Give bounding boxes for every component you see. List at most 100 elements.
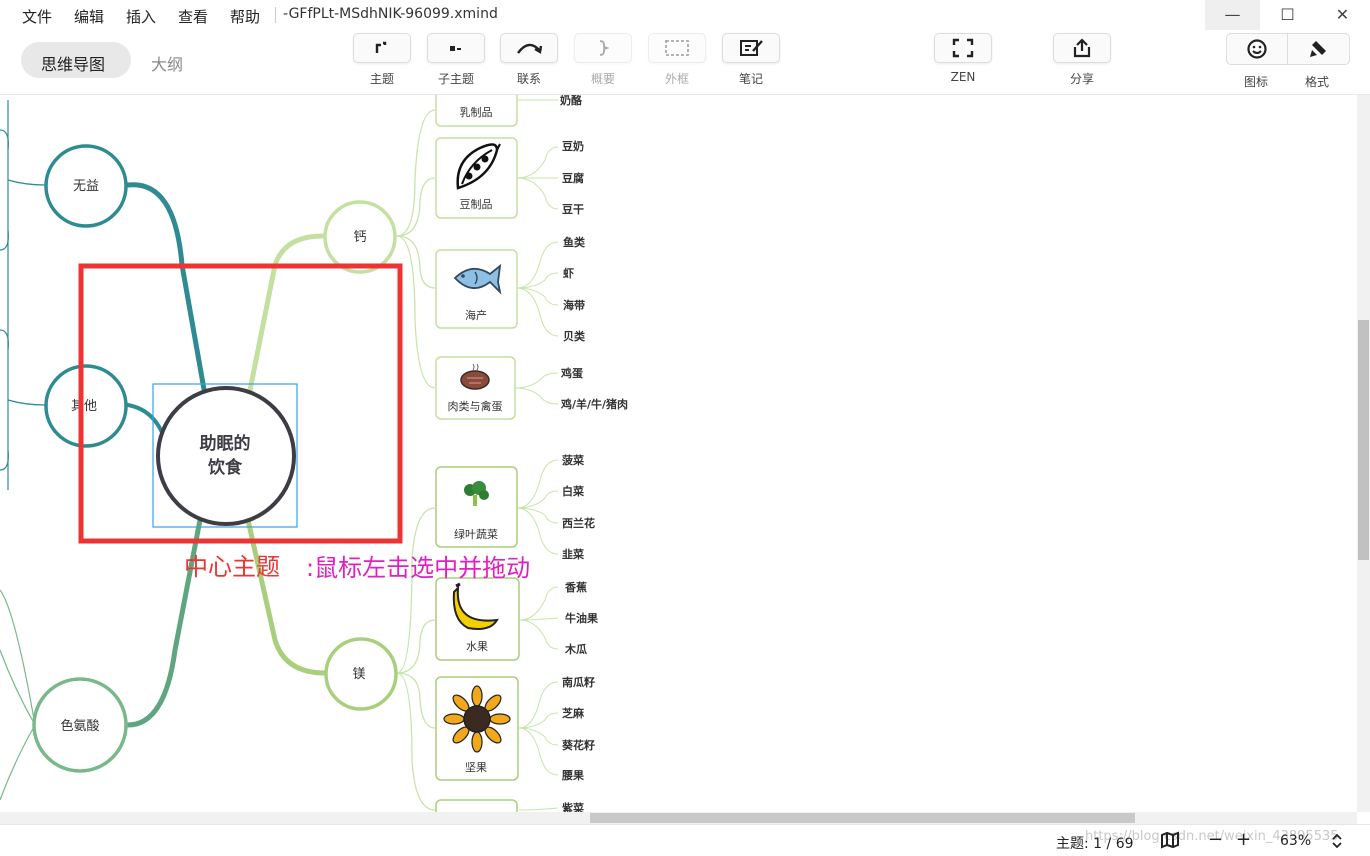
subtopic-icon (450, 46, 461, 51)
sub-branches (396, 109, 436, 811)
menu-help[interactable]: 帮助 (230, 6, 260, 27)
node-greens[interactable]: 绿叶蔬菜 (435, 466, 518, 548)
leaf-shrimp[interactable]: 虾 (563, 266, 574, 280)
note-label: 笔记 (738, 72, 763, 86)
share-icon (1073, 38, 1091, 58)
central-topic-line1: 助眠的 (200, 433, 251, 454)
leaf-seaweed[interactable]: 紫菜 (562, 801, 585, 812)
menu-divider (275, 7, 276, 23)
zoom-in-button[interactable]: + (1236, 829, 1251, 850)
leaf-cabbage[interactable]: 白菜 (562, 484, 585, 498)
zen-label: ZEN (950, 70, 976, 84)
map-icon[interactable] (1160, 831, 1180, 853)
share-button[interactable]: 分享 (1053, 33, 1111, 87)
leaf-spinach[interactable]: 菠菜 (562, 453, 585, 467)
relationship-icon (517, 43, 543, 54)
share-label: 分享 (1069, 72, 1094, 86)
status-bar: https://blog.csdn.net/weixin_43895535 主题… (0, 824, 1370, 856)
tab-outline[interactable]: 大纲 (151, 51, 183, 75)
topic-calcium[interactable]: 钙 (323, 200, 397, 274)
node-soy-label: 豆制品 (460, 198, 493, 211)
leaf-meats[interactable]: 鸡/羊/牛/猪肉 (560, 397, 628, 411)
summary-label: 概要 (590, 72, 615, 86)
leaf-broccoli[interactable]: 西兰花 (562, 516, 595, 530)
node-meat[interactable]: 肉类与禽蛋 (435, 356, 516, 420)
relationship-button[interactable]: 联系 (500, 33, 558, 87)
icons-panel-button[interactable] (1227, 34, 1287, 64)
node-dairy[interactable]: 乳制品 (435, 95, 518, 127)
boundary-icon (665, 40, 689, 56)
paint-brush-icon (1310, 41, 1326, 57)
topic-other-label: 其他 (71, 399, 97, 414)
leaf-tofu[interactable]: 豆腐 (562, 171, 584, 185)
topic-button[interactable]: 主题 (353, 33, 411, 87)
maximize-button[interactable]: ☐ (1260, 0, 1315, 30)
topic-tryptophan-label: 色氨酸 (60, 718, 99, 734)
leaf-dried-tofu[interactable]: 豆干 (562, 203, 584, 216)
node-partial[interactable] (435, 799, 518, 812)
document-title: -GFfPLt-MSdhNIK-96099.xmind (283, 6, 498, 22)
leaf-leek[interactable]: 韭菜 (562, 547, 585, 561)
relationship-label: 联系 (516, 72, 541, 86)
offscreen-left-branches (0, 100, 46, 801)
leaf-kelp[interactable]: 海带 (563, 298, 585, 312)
leaf-sunflower-seed[interactable]: 葵花籽 (561, 738, 595, 752)
menu-insert[interactable]: 插入 (126, 6, 156, 27)
leaf-egg[interactable]: 鸡蛋 (560, 366, 584, 380)
topic-magnesium[interactable]: 镁 (324, 637, 398, 711)
format-label: 格式 (1305, 75, 1330, 89)
zoom-level[interactable]: 63% (1280, 833, 1311, 849)
node-fruit-label: 水果 (466, 640, 488, 653)
topic-other[interactable]: 其他 (44, 364, 128, 448)
leaf-soy-milk[interactable]: 豆奶 (562, 139, 584, 153)
horizontal-scrollbar[interactable] (0, 812, 1357, 824)
leaf-papaya[interactable]: 木瓜 (564, 642, 587, 656)
zen-button[interactable]: ZEN (934, 33, 992, 84)
summary-button[interactable]: 概要 (574, 33, 632, 87)
tab-mindmap[interactable]: 思维导图 (41, 51, 105, 75)
minimize-button[interactable]: — (1205, 0, 1260, 30)
summary-icon (599, 40, 609, 56)
menu-bar: 文件 编辑 插入 查看 帮助 -GFfPLt-MSdhNIK-96099.xmi… (0, 0, 1370, 30)
node-seafood-label: 海产 (465, 308, 487, 322)
smiley-icon (1247, 39, 1267, 59)
close-button[interactable]: ✕ (1315, 0, 1370, 30)
topic-magnesium-label: 镁 (352, 667, 365, 682)
node-fruit[interactable]: 水果 (435, 577, 520, 661)
leaf-cheese[interactable]: 奶酪 (560, 95, 583, 107)
vertical-scrollbar[interactable] (1357, 95, 1370, 812)
topic-icon (375, 41, 387, 53)
zoom-out-button[interactable]: − (1208, 829, 1223, 850)
leaf-banana[interactable]: 香蕉 (564, 580, 587, 594)
format-panel-button[interactable] (1288, 34, 1348, 64)
boundary-button[interactable]: 外框 (648, 33, 706, 87)
menu-view[interactable]: 查看 (178, 6, 208, 27)
leaf-avocado[interactable]: 牛油果 (565, 611, 598, 625)
note-button[interactable]: 笔记 (722, 33, 780, 87)
central-topic[interactable]: 助眠的 饮食 (156, 386, 296, 526)
node-nuts[interactable]: 坚果 (435, 676, 519, 781)
menu-file[interactable]: 文件 (22, 6, 52, 27)
subtopic-button[interactable]: 子主题 (427, 33, 485, 87)
sunflower-icon (443, 685, 511, 753)
leaf-labels: 奶酪 豆奶 豆腐 豆干 鱼类 虾 海带 贝类 鸡蛋 鸡/羊/牛/猪肉 菠菜 白菜… (560, 95, 628, 812)
leaf-sesame[interactable]: 芝麻 (562, 706, 585, 720)
leaf-shellfish[interactable]: 贝类 (563, 329, 586, 343)
zoom-stepper-icon[interactable] (1331, 832, 1343, 854)
topic-useless[interactable]: 无益 (44, 144, 128, 228)
menu-edit[interactable]: 编辑 (74, 6, 104, 27)
annotation-title: 中心主题 (184, 553, 280, 581)
side-panel-toggle-group (1226, 33, 1350, 65)
horizontal-scroll-thumb[interactable] (590, 813, 1135, 823)
mindmap-canvas[interactable]: 无益 其他 色氨酸 钙 镁 助眠的 饮食 乳制品 豆制品 海产 肉类与禽蛋 绿叶… (0, 95, 1357, 812)
node-soy[interactable]: 豆制品 (435, 137, 518, 219)
vertical-scroll-thumb[interactable] (1358, 320, 1369, 560)
topic-tryptophan[interactable]: 色氨酸 (32, 677, 128, 773)
leaf-fish[interactable]: 鱼类 (563, 235, 586, 249)
node-meat-label: 肉类与禽蛋 (448, 399, 503, 413)
leaf-cashew[interactable]: 腰果 (561, 769, 584, 782)
topic-label: 主题 (369, 72, 394, 86)
node-nuts-label: 坚果 (465, 761, 487, 774)
node-seafood[interactable]: 海产 (435, 249, 518, 329)
leaf-pumpkin-seed[interactable]: 南瓜籽 (562, 675, 595, 689)
